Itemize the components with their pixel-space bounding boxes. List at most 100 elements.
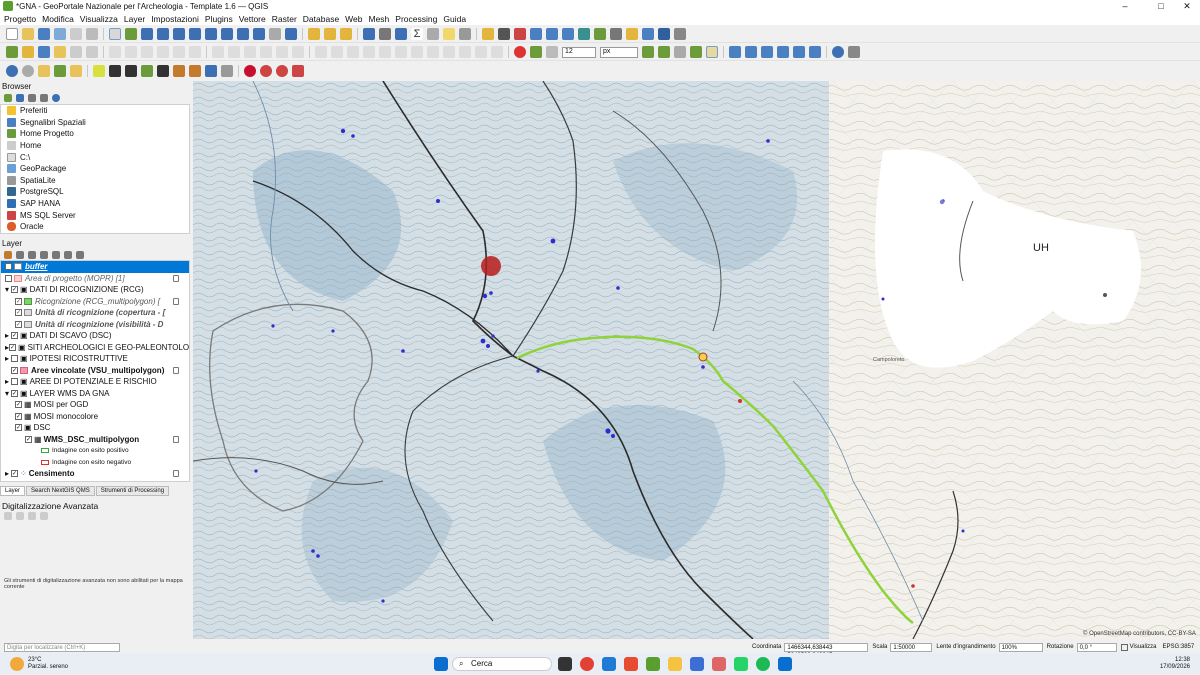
snapping-tolerance-input[interactable]: 12 bbox=[562, 46, 596, 58]
map-svg[interactable]: UH Campoloreto © OpenStreetMap contribut… bbox=[193, 81, 1200, 639]
zoom-next-icon[interactable] bbox=[253, 28, 265, 40]
browser-item-home-progetto[interactable]: Home Progetto bbox=[1, 128, 189, 140]
layer-group-dsc[interactable]: ▸ ✓ ▣ DATI DI SCAVO (DSC) bbox=[1, 330, 189, 342]
geo-i-icon[interactable] bbox=[221, 64, 233, 77]
render-checkbox[interactable] bbox=[1120, 643, 1128, 651]
cloud-icon[interactable] bbox=[6, 64, 18, 77]
pin-c-icon[interactable] bbox=[761, 46, 773, 58]
map-canvas[interactable]: UH Campoloreto © OpenStreetMap contribut… bbox=[193, 81, 1200, 639]
share-icon[interactable] bbox=[292, 64, 304, 77]
zoom-last-icon[interactable] bbox=[237, 28, 249, 40]
tab-layer[interactable]: Layer bbox=[0, 486, 26, 496]
menu-processing[interactable]: Processing bbox=[395, 14, 437, 24]
layer-row-aree-vincolate[interactable]: ✓ Aree vincolate (VSU_multipolygon) bbox=[1, 365, 189, 377]
menu-visualizza[interactable]: Visualizza bbox=[80, 14, 118, 24]
pin-b-icon[interactable] bbox=[745, 46, 757, 58]
cloud-upload-icon[interactable] bbox=[260, 64, 272, 77]
geo-e-icon[interactable] bbox=[157, 64, 169, 77]
label-rotate-icon[interactable] bbox=[276, 46, 288, 58]
copy-icon[interactable] bbox=[141, 46, 153, 58]
print-layout-icon[interactable] bbox=[70, 28, 82, 40]
label-pin-icon[interactable] bbox=[228, 46, 240, 58]
intersect-icon[interactable] bbox=[658, 46, 670, 58]
site-marker[interactable] bbox=[1103, 293, 1107, 297]
snapping-mode-icon[interactable] bbox=[546, 46, 558, 58]
layer-style-icon[interactable] bbox=[4, 250, 12, 259]
layer-group-siti[interactable]: ▸ ✓ ▣ SITI ARCHEOLOGICI E GEO-PALEONTOLOG bbox=[1, 342, 189, 354]
plugin-m-icon[interactable] bbox=[848, 46, 860, 58]
python-icon[interactable] bbox=[626, 28, 638, 40]
browser-item-oracle[interactable]: Oracle bbox=[1, 221, 189, 233]
box-b-icon[interactable] bbox=[54, 64, 66, 77]
browser-item-spatialite[interactable]: SpatiaLite bbox=[1, 175, 189, 187]
menu-database[interactable]: Database bbox=[303, 14, 339, 24]
vertex-tool-icon[interactable] bbox=[86, 46, 98, 58]
tab-processing[interactable]: Strumenti di Processing bbox=[95, 486, 170, 496]
browser-item-postgresql[interactable]: PostgreSQL bbox=[1, 186, 189, 198]
browser-refresh-icon[interactable] bbox=[16, 93, 24, 102]
zoom-in-icon[interactable] bbox=[141, 28, 153, 40]
cad-b-icon[interactable] bbox=[16, 512, 24, 520]
measure-icon[interactable] bbox=[427, 28, 439, 40]
teams-icon[interactable] bbox=[602, 657, 617, 671]
plugin-e-icon[interactable] bbox=[546, 28, 558, 40]
layer-row-ricognizione[interactable]: ✓ Ricognizione (RCG_multipolygon) [ bbox=[1, 296, 189, 308]
geo-c-icon[interactable] bbox=[125, 64, 137, 77]
geo-f-icon[interactable] bbox=[173, 64, 185, 77]
close-button[interactable]: ✕ bbox=[1172, 0, 1200, 12]
qgis-taskbar-icon[interactable] bbox=[646, 657, 661, 671]
layer-row-ur-copertura[interactable]: ✓ Unità di ricognizione (copertura - [ bbox=[1, 307, 189, 319]
undo-icon[interactable] bbox=[173, 46, 185, 58]
site-marker[interactable] bbox=[698, 352, 708, 362]
plugin-c-icon[interactable] bbox=[514, 28, 526, 40]
plugin-i-icon[interactable] bbox=[610, 28, 622, 40]
mesh-l-icon[interactable] bbox=[491, 46, 503, 58]
app-a-icon[interactable] bbox=[690, 657, 705, 671]
zoom-selection-icon[interactable] bbox=[221, 28, 233, 40]
label-change-icon[interactable] bbox=[292, 46, 304, 58]
crs-label[interactable]: EPSG:3857 bbox=[1163, 644, 1195, 650]
cad-d-icon[interactable] bbox=[40, 512, 48, 520]
settings-gear-icon[interactable] bbox=[395, 28, 407, 40]
pan-to-selection-icon[interactable] bbox=[125, 28, 137, 40]
attribute-table-icon[interactable] bbox=[379, 28, 391, 40]
browser-collapse-icon[interactable] bbox=[40, 93, 48, 102]
layer-checkbox[interactable]: ✓ bbox=[25, 435, 32, 443]
paste-icon[interactable] bbox=[157, 46, 169, 58]
map-tips-icon[interactable] bbox=[443, 28, 455, 40]
plugin-b-icon[interactable] bbox=[498, 28, 510, 40]
explorer-icon[interactable] bbox=[668, 657, 683, 671]
task-view-icon[interactable] bbox=[558, 657, 573, 671]
browser-item-sap-hana[interactable]: SAP HANA bbox=[1, 198, 189, 210]
cad-c-icon[interactable] bbox=[28, 512, 36, 520]
mesh-j-icon[interactable] bbox=[459, 46, 471, 58]
menu-layer[interactable]: Layer bbox=[124, 14, 145, 24]
plugin-h-icon[interactable] bbox=[594, 28, 606, 40]
advanced-digitizing-icon[interactable] bbox=[706, 46, 718, 58]
whatsapp-icon[interactable] bbox=[734, 657, 749, 671]
layer-add-group-icon[interactable] bbox=[16, 250, 24, 259]
layer-checkbox[interactable]: ✓ bbox=[11, 470, 18, 478]
layer-group-aree-potenziale[interactable]: ▸ ▣ AREE DI POTENZIALE E RISCHIO bbox=[1, 376, 189, 388]
plugin-j-icon[interactable] bbox=[642, 28, 654, 40]
cloud-download-icon[interactable] bbox=[276, 64, 288, 77]
layer-group-rcg[interactable]: ▾ ✓ ▣ DATI DI RICOGNIZIONE (RCG) bbox=[1, 284, 189, 296]
statistics-sigma-icon[interactable]: Σ bbox=[411, 28, 423, 40]
delete-icon[interactable] bbox=[109, 46, 121, 58]
layer-checkbox[interactable]: ✓ bbox=[11, 366, 18, 374]
refresh-icon[interactable] bbox=[285, 28, 297, 40]
annotation-icon[interactable] bbox=[459, 28, 471, 40]
locator-input[interactable]: Digita per localizzare (Ctrl+K) bbox=[4, 642, 120, 652]
layer-checkbox[interactable]: ✓ bbox=[9, 343, 17, 351]
zoom-layer-icon[interactable] bbox=[205, 28, 217, 40]
save-edits-icon[interactable] bbox=[38, 46, 50, 58]
plugin-g-icon[interactable] bbox=[578, 28, 590, 40]
browser-item-home[interactable]: Home bbox=[1, 140, 189, 152]
save-as-icon[interactable] bbox=[54, 28, 66, 40]
menu-impostazioni[interactable]: Impostazioni bbox=[151, 14, 199, 24]
taskbar-search[interactable]: ⌕ Cerca bbox=[452, 657, 553, 671]
edit-pencil-icon[interactable] bbox=[22, 46, 34, 58]
menu-guida[interactable]: Guida bbox=[443, 14, 466, 24]
mesh-g-icon[interactable] bbox=[411, 46, 423, 58]
mesh-a-icon[interactable] bbox=[315, 46, 327, 58]
